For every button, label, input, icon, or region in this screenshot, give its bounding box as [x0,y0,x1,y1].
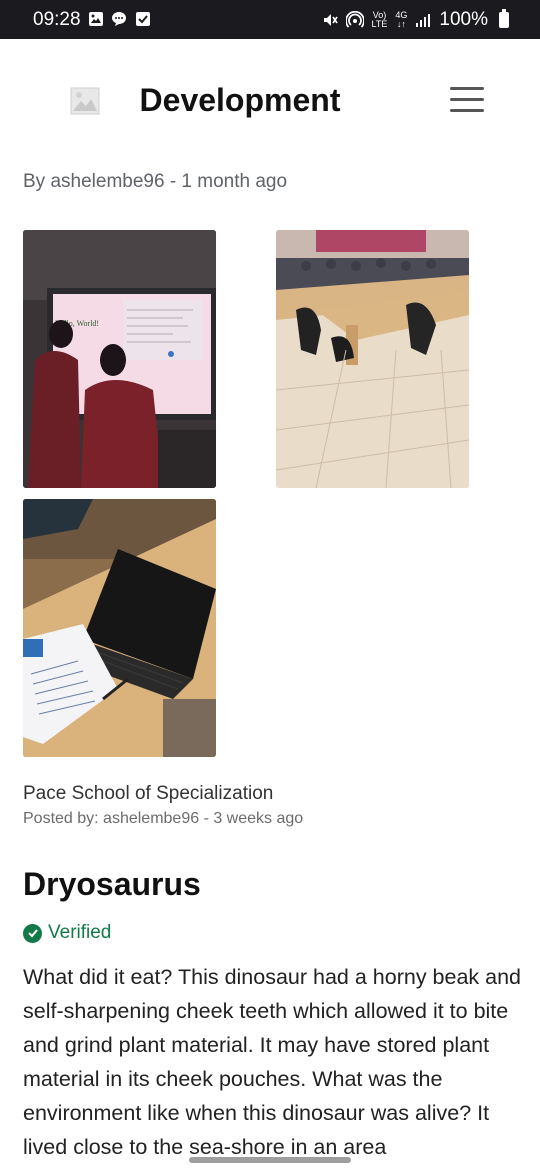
photo-laptop-on-desk[interactable] [23,499,216,757]
photo-classroom[interactable] [276,230,469,488]
verified-badge: Verified [23,922,111,944]
menu-bar-icon [450,98,484,101]
article-title: Dryosaurus [23,866,201,902]
checkbox-notification-icon [136,12,150,26]
gallery-notification-icon [89,12,103,26]
post-meta: Posted by: ashelembe96 - 3 weeks ago [23,810,304,827]
gesture-home-bar[interactable] [189,1157,351,1163]
page-title: Development [139,82,341,118]
check-circle-icon [23,923,42,943]
signal-strength-icon [416,14,431,27]
status-indicators: Vo) LTE 4G ↓↑ 100% [322,9,509,31]
hotspot-icon [345,11,364,28]
message-notification-icon [112,12,126,26]
battery-percent: 100% [439,9,488,30]
photo-students-at-screen[interactable]: Hello, World! [23,230,216,488]
verified-label: Verified [48,922,112,943]
menu-bar-icon [450,109,484,112]
author-byline: By ashelembe96 - 1 month ago [23,171,288,192]
article-body: What did it eat? This dinosaur had a hor… [23,965,522,1159]
status-time: 09:28 [33,9,81,30]
battery-icon [499,9,509,28]
mute-icon [323,14,338,26]
menu-bar-icon [450,87,484,90]
hamburger-menu-button[interactable] [450,87,484,113]
app-bar: Development [0,39,540,161]
volte-indicator: Vo) LTE [371,10,388,29]
status-bar: 09:28 Vo) LTE 4G ↓↑ 100% [0,0,540,39]
network-type-indicator: 4G ↓↑ [395,10,408,29]
post-caption: Pace School of Specialization [23,783,274,804]
